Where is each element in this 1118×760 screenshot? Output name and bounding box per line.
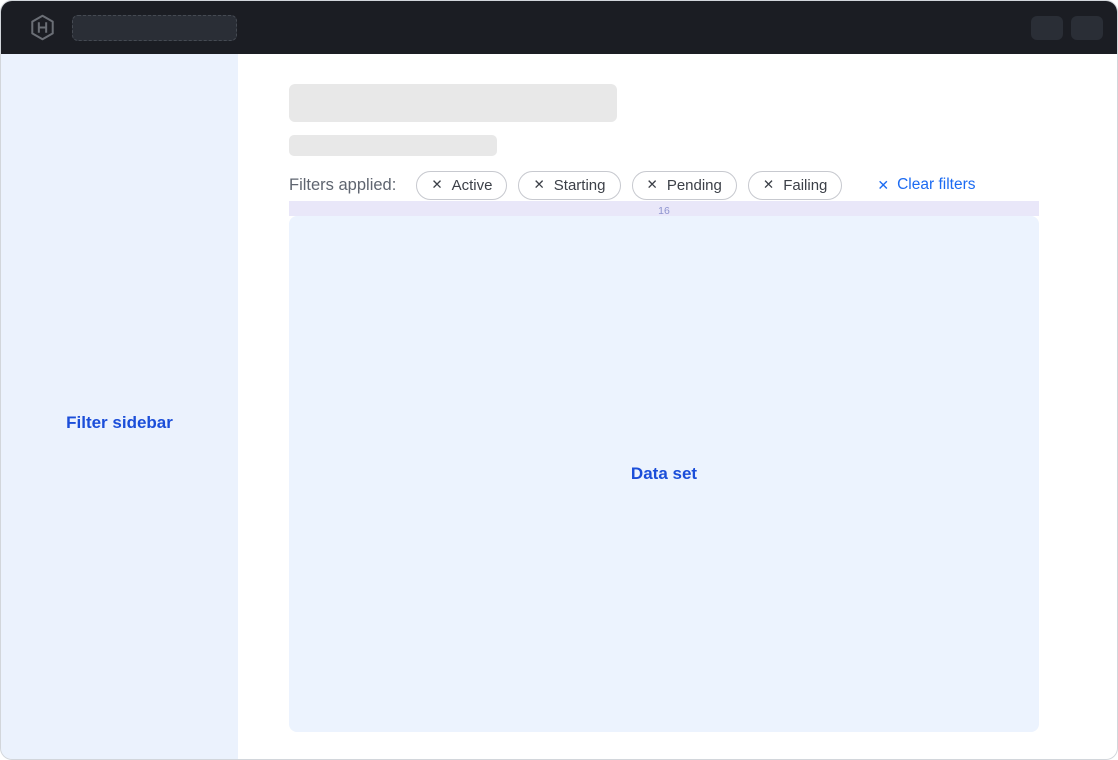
chip-dismiss-icon[interactable]: ✕	[763, 178, 774, 192]
clear-filters-link[interactable]: ✕ Clear filters	[877, 176, 975, 194]
page-title-skeleton	[289, 84, 617, 122]
chip-dismiss-icon[interactable]: ✕	[647, 178, 658, 192]
filter-chip-starting[interactable]: ✕ Starting	[518, 171, 620, 200]
app-body: Filter sidebar Filters applied: ✕ Active…	[1, 54, 1117, 759]
topbar-action-placeholder-2	[1071, 16, 1103, 40]
clear-filters-icon: ✕	[877, 178, 889, 192]
data-set-label: Data set	[631, 464, 697, 484]
page-subtitle-skeleton	[289, 135, 497, 156]
filter-sidebar-label: Filter sidebar	[1, 413, 238, 433]
topbar-actions	[1031, 16, 1103, 40]
filter-chip-label: Active	[452, 177, 493, 194]
filter-chip-label: Pending	[667, 177, 722, 194]
chip-dismiss-icon[interactable]: ✕	[431, 178, 442, 192]
hashicorp-logo-icon	[29, 14, 56, 41]
filter-chip-failing[interactable]: ✕ Failing	[748, 171, 843, 200]
spacing-annotation-strip: 16	[289, 201, 1039, 216]
clear-filters-label: Clear filters	[897, 176, 975, 194]
filter-chip-active[interactable]: ✕ Active	[416, 171, 507, 200]
app-window: Filter sidebar Filters applied: ✕ Active…	[0, 0, 1118, 760]
topbar-action-placeholder-1	[1031, 16, 1063, 40]
main-content: Filters applied: ✕ Active ✕ Starting ✕ P…	[238, 54, 1117, 759]
chip-dismiss-icon[interactable]: ✕	[533, 178, 544, 192]
filter-chip-label: Failing	[783, 177, 827, 194]
filter-chip-pending[interactable]: ✕ Pending	[632, 171, 737, 200]
filters-applied-row: Filters applied: ✕ Active ✕ Starting ✕ P…	[289, 170, 976, 200]
nav-placeholder-skeleton	[72, 15, 237, 41]
filter-sidebar-region: Filter sidebar	[1, 54, 238, 759]
filters-applied-label: Filters applied:	[289, 176, 396, 195]
top-nav-bar	[1, 1, 1117, 54]
filter-chip-label: Starting	[554, 177, 606, 194]
data-set-region: Data set	[289, 216, 1039, 732]
